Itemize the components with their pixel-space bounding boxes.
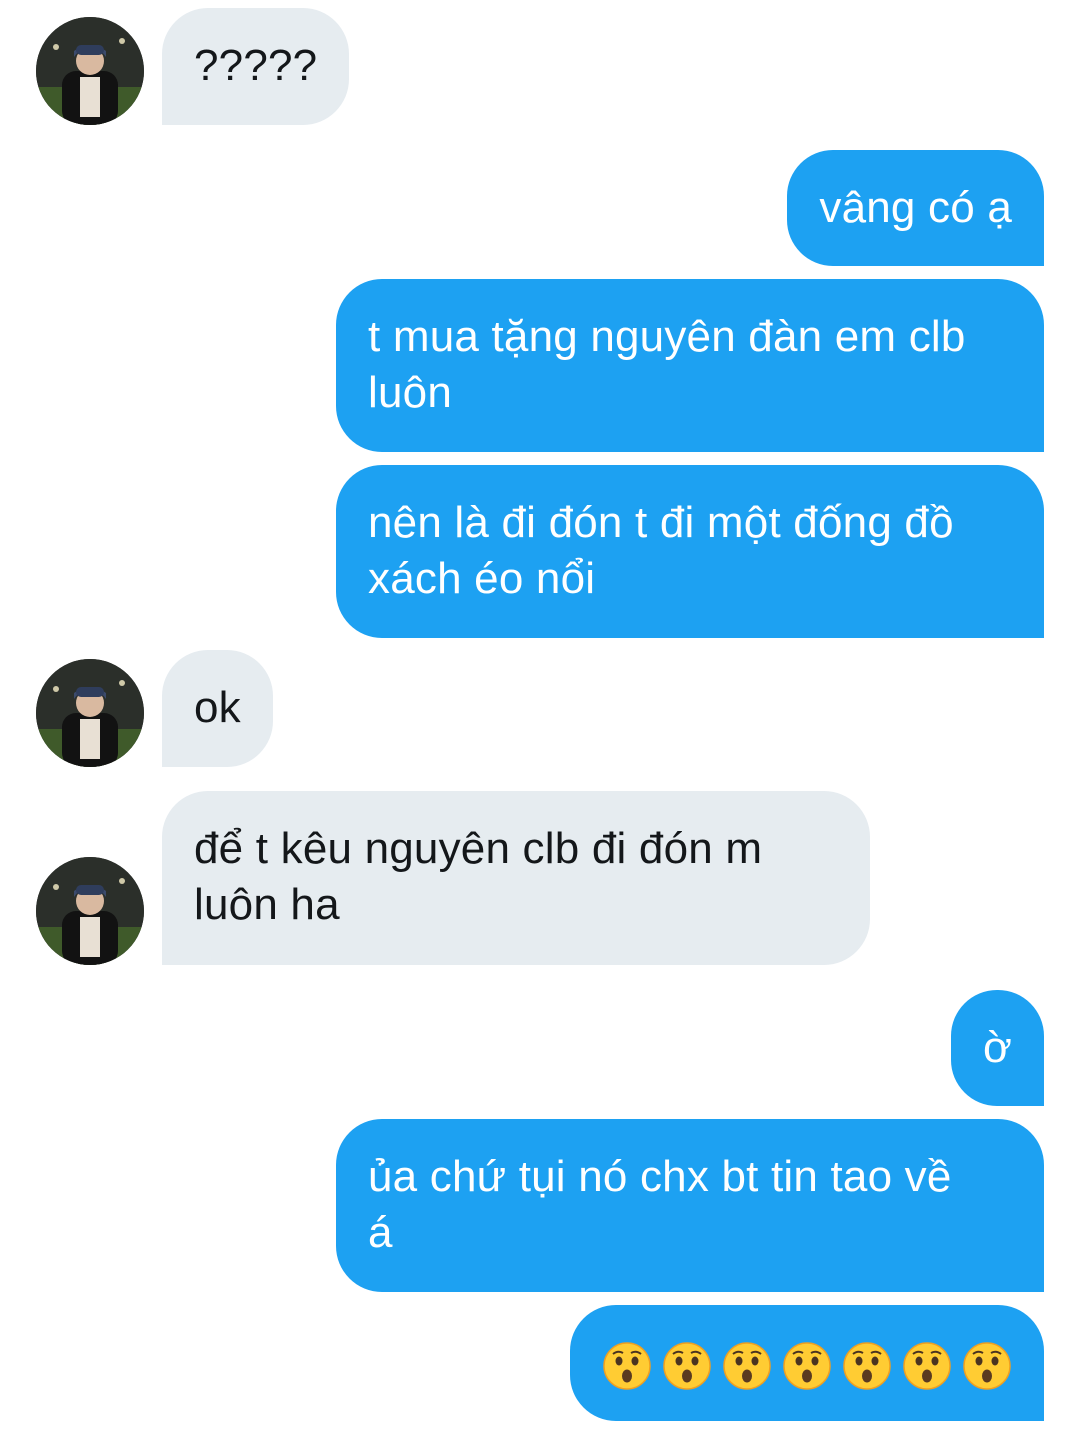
message-text: vâng có ạ [819,183,1012,232]
message-text: ????? [194,41,318,90]
message-text: xách éo nổi [368,554,596,603]
message-bubble-incoming[interactable]: ok [162,650,273,767]
contact-avatar[interactable] [36,659,144,767]
message-text: luôn ha [194,880,340,929]
hushed-face-icon [782,1341,832,1391]
message-text: ủa chứ tụi nó chx bt tin tao về [368,1152,952,1201]
contact-avatar[interactable] [36,857,144,965]
message-text: á [368,1208,393,1257]
contact-avatar[interactable] [36,17,144,125]
message-bubble-outgoing[interactable]: ủa chứ tụi nó chx bt tin tao về á [336,1119,1044,1292]
message-bubble-outgoing[interactable]: t mua tặng nguyên đàn em clb luôn [336,279,1044,452]
hushed-face-icon [842,1341,892,1391]
hushed-face-icon [962,1341,1012,1391]
message-bubble-outgoing[interactable]: ờ [950,990,1044,1106]
message-text: ok [194,683,241,732]
emoji-row [602,1335,1012,1391]
message-bubble-incoming[interactable]: ????? [162,8,350,125]
message-bubble-outgoing[interactable]: nên là đi đón t đi một đống đồ xách éo n… [336,465,1044,638]
hushed-face-icon [722,1341,772,1391]
message-bubble-outgoing[interactable] [570,1305,1044,1421]
hushed-face-icon [902,1341,952,1391]
message-text: luôn [368,368,452,417]
message-text: để t kêu nguyên clb đi đón m [194,824,763,873]
hushed-face-icon [602,1341,652,1391]
message-bubble-incoming[interactable]: để t kêu nguyên clb đi đón m luôn ha [162,791,870,965]
message-bubble-outgoing[interactable]: vâng có ạ [787,150,1044,266]
message-text: ờ [982,1023,1012,1072]
message-text: nên là đi đón t đi một đống đồ [368,498,954,547]
hushed-face-icon [662,1341,712,1391]
message-text: t mua tặng nguyên đàn em clb [368,312,966,361]
